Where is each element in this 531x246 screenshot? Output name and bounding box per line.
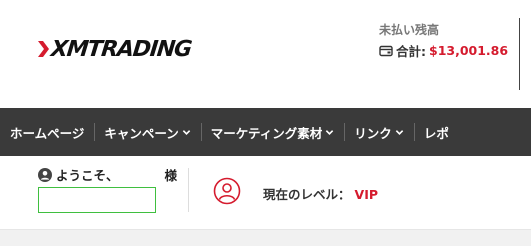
current-level: 現在のレベル： VIP [263,184,378,203]
nav-item-marketing-materials[interactable]: マーケティング素材 [200,108,345,156]
total-amount: $13,001.86 [429,43,509,58]
welcome-text: ようこそ、 [56,168,119,183]
nav-item-reports[interactable]: レポ [413,108,459,156]
chevron-down-icon [182,129,191,135]
chevron-down-icon [326,129,334,135]
logo-text: XMTRADING [49,36,193,62]
nav-item-label: リンク [354,125,392,141]
user-outline-icon [213,177,241,205]
user-divider [188,168,189,212]
user-circle-icon [38,167,52,182]
total-label: 合計: [396,44,426,59]
header: XMTRADING 未払い残高 合計: $13,001.86 [0,0,531,108]
nav-item-label: マーケティング素材 [210,125,323,141]
unpaid-balance-label: 未払い残高 [379,23,440,37]
total-balance: 合計: $13,001.86 [379,41,508,60]
nav-item-label: ホームページ [10,125,85,141]
nav-item-label: レポ [423,125,449,141]
logo-mark-icon [38,41,49,57]
account-id-box [38,187,156,213]
nav-item-home[interactable]: ホームページ [0,108,94,156]
main-nav: ホームページ キャンペーン マーケティング素材 リンク レポ [0,108,531,156]
nav-item-links[interactable]: リンク [344,108,414,156]
nav-item-label: キャンペーン [104,125,179,141]
chevron-down-icon [395,129,404,135]
xm-logo[interactable]: XMTRADING [38,36,193,62]
header-divider [519,18,520,90]
content-strip [0,229,531,246]
welcome-message: ようこそ、 様 [38,165,177,184]
wallet-icon [379,45,393,56]
level-value: VIP [354,187,379,202]
honorific: 様 [164,168,178,183]
level-label: 現在のレベル： [263,187,351,202]
nav-item-campaign[interactable]: キャンペーン [94,108,200,156]
